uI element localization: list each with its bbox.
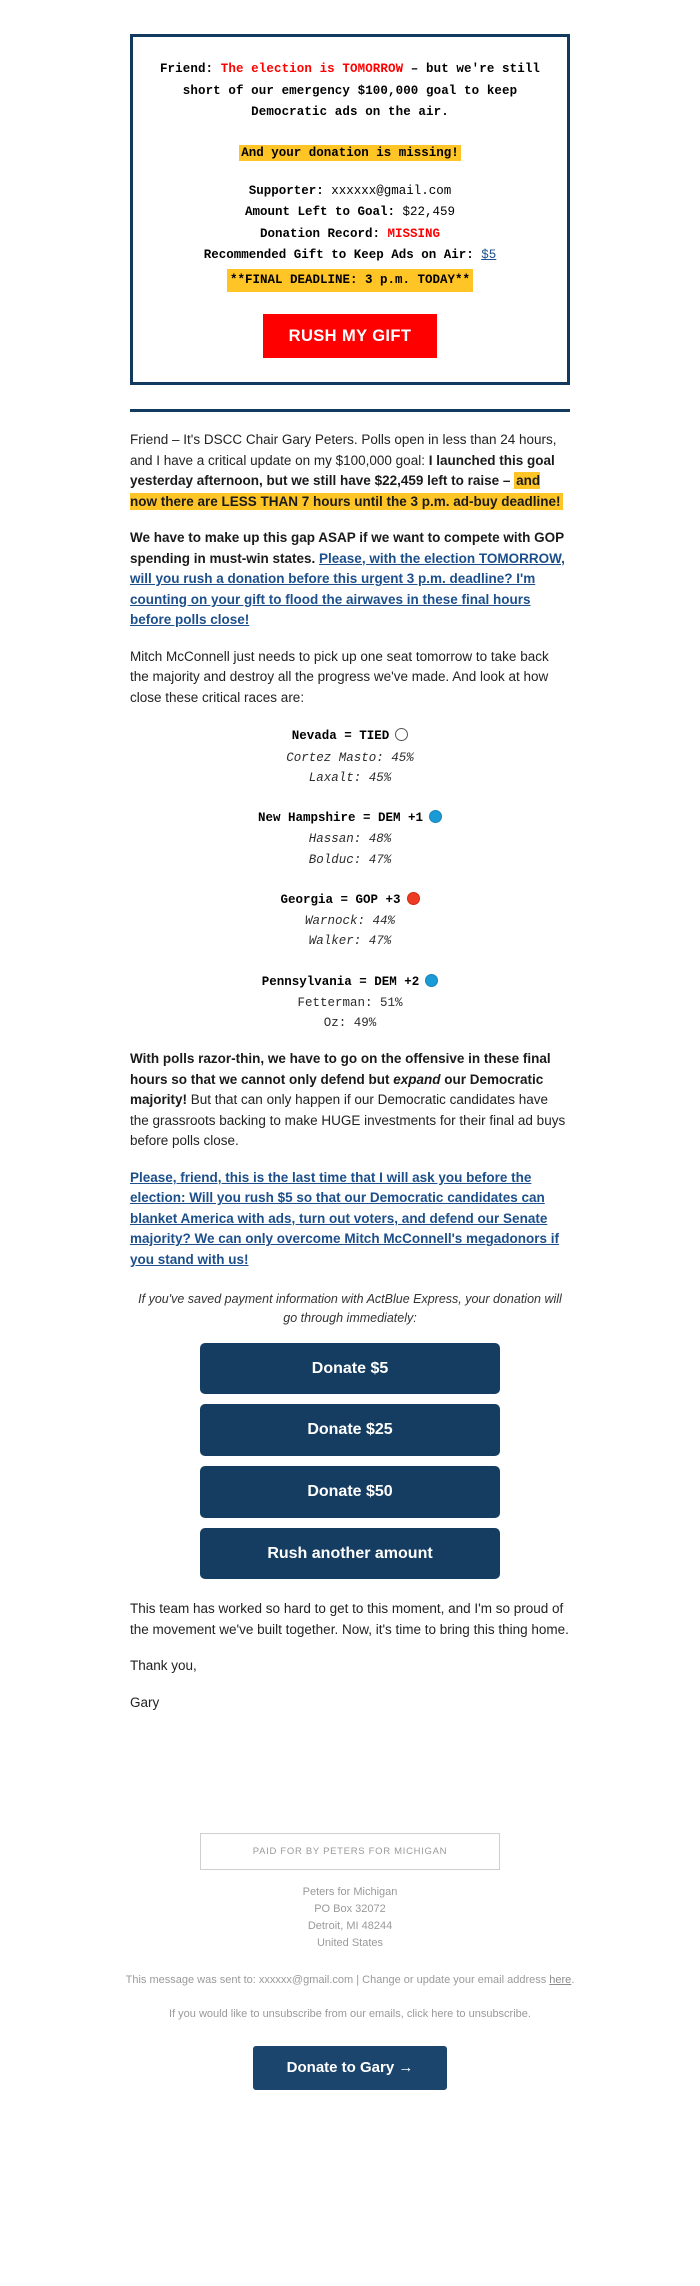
sent-to-line: This message was sent to: xxxxxx@gmail.c… bbox=[0, 1972, 700, 1990]
poll-state-result: Nevada = TIED bbox=[291, 729, 390, 744]
urgent-alert-box: Friend: The election is TOMORROW – but w… bbox=[130, 34, 570, 386]
paragraph-mcconnell: Mitch McConnell just needs to pick up on… bbox=[130, 648, 549, 705]
donation-detail-list: Supporter: xxxxxx@gmail.com Amount Left … bbox=[145, 181, 555, 292]
legal-links: This message was sent to: xxxxxx@gmail.c… bbox=[0, 1972, 700, 2023]
detail-row-supporter: Supporter: xxxxxx@gmail.com bbox=[145, 181, 555, 203]
address-line: United States bbox=[316, 1937, 384, 1950]
poll-title: Nevada = TIED bbox=[130, 726, 570, 747]
poll-candidate-line: Bolduc: 47% bbox=[308, 852, 392, 867]
poll-candidate-line: Walker: 47% bbox=[308, 934, 392, 949]
detail-label: Recommended Gift to Keep Ads on Air: bbox=[203, 248, 474, 262]
unsubscribe-line[interactable]: If you would like to unsubscribe from ou… bbox=[0, 2006, 700, 2024]
detail-label: Amount Left to Goal: bbox=[244, 205, 395, 219]
detail-row-recommended-gift: Recommended Gift to Keep Ads on Air: $5 bbox=[145, 245, 555, 267]
email-footer: PAID FOR BY PETERS FOR MICHIGAN Peters f… bbox=[0, 1833, 700, 2108]
donate-50-button[interactable]: Donate $50 bbox=[200, 1465, 500, 1518]
offensive-emphasis: expand bbox=[393, 1071, 441, 1087]
actblue-express-note: If you've saved payment information with… bbox=[138, 1292, 562, 1325]
paragraph-gap: We have to make up this gap ASAP if we w… bbox=[130, 528, 570, 631]
email-page: Friend: The election is TOMORROW – but w… bbox=[0, 0, 700, 2109]
detail-label: Supporter: bbox=[248, 183, 324, 198]
donate-5-button[interactable]: Donate $5 bbox=[200, 1342, 500, 1395]
poll-state-result: Pennsylvania = DEM +2 bbox=[261, 974, 420, 989]
mailing-address: Peters for Michigan PO Box 32072 Detroit… bbox=[0, 1884, 700, 1952]
detail-value: xxxxxx@gmail.com bbox=[331, 183, 452, 198]
poll-candidate-line: Cortez Masto: 45% bbox=[286, 750, 414, 765]
recommended-gift-link[interactable]: $5 bbox=[481, 248, 496, 262]
offensive-text: But that can only happen if our Democrat… bbox=[130, 1092, 566, 1149]
paragraph-offensive: With polls razor-thin, we have to go on … bbox=[130, 1049, 570, 1152]
poll-candidate-line: Fetterman: 51% bbox=[297, 995, 403, 1010]
alert-subline-highlight: And your donation is missing! bbox=[239, 144, 461, 161]
poll-title: Pennsylvania = DEM +2 bbox=[130, 972, 570, 993]
alert-headline: Friend: The election is TOMORROW – but w… bbox=[159, 59, 541, 124]
poll-title: Georgia = GOP +3 bbox=[130, 890, 570, 911]
address-line: Detroit, MI 48244 bbox=[307, 1920, 393, 1933]
donation-amount-list: Donate $5 Donate $25 Donate $50 Rush ano… bbox=[200, 1342, 500, 1580]
closing-signature: Gary bbox=[130, 1694, 160, 1710]
alert-headline-pre: Friend: bbox=[159, 62, 221, 76]
paragraph-intro: Friend – It's DSCC Chair Gary Peters. Po… bbox=[130, 430, 570, 512]
closing-thanks: Thank you, bbox=[130, 1658, 197, 1674]
footer-cta-container: Donate to Gary → bbox=[0, 2045, 700, 2109]
alert-subline: And your donation is missing! bbox=[145, 143, 555, 163]
poll-state-result: New Hampshire = DEM +1 bbox=[257, 811, 424, 826]
poll-title: New Hampshire = DEM +1 bbox=[130, 808, 570, 829]
poll-candidate-line: Hassan: 48% bbox=[308, 832, 392, 847]
rush-my-gift-button[interactable]: RUSH MY GIFT bbox=[262, 314, 438, 359]
poll-candidate-line: Warnock: 44% bbox=[304, 914, 395, 929]
tied-circle-icon bbox=[395, 728, 409, 742]
dem-circle-icon bbox=[429, 810, 443, 824]
poll-results-list: Nevada = TIED Cortez Masto: 45% Laxalt: … bbox=[130, 726, 570, 1033]
donate-25-button[interactable]: Donate $25 bbox=[200, 1404, 500, 1456]
address-line: Peters for Michigan bbox=[302, 1886, 398, 1899]
alert-headline-emphasis: The election is TOMORROW bbox=[220, 62, 404, 76]
closing-text: This team has worked so hard to get to t… bbox=[130, 1599, 570, 1713]
poll-block-georgia: Georgia = GOP +3 Warnock: 44% Walker: 47… bbox=[130, 890, 570, 952]
final-deadline-text: **FINAL DEADLINE: 3 p.m. TODAY** bbox=[226, 268, 474, 292]
gop-circle-icon bbox=[406, 891, 420, 905]
closing-paragraph: This team has worked so hard to get to t… bbox=[130, 1601, 569, 1637]
poll-state-result: Georgia = GOP +3 bbox=[280, 892, 401, 907]
detail-row-donation-record: Donation Record: MISSING bbox=[145, 224, 555, 246]
dem-circle-icon bbox=[425, 973, 439, 987]
poll-block-pennsylvania: Pennsylvania = DEM +2 Fetterman: 51% Oz:… bbox=[130, 972, 570, 1034]
donate-to-gary-button[interactable]: Donate to Gary → bbox=[252, 2045, 448, 2091]
poll-block-nevada: Nevada = TIED Cortez Masto: 45% Laxalt: … bbox=[130, 726, 570, 788]
donate-other-amount-button[interactable]: Rush another amount bbox=[200, 1527, 500, 1580]
detail-value: $22,459 bbox=[402, 205, 456, 219]
address-line: PO Box 32072 bbox=[314, 1903, 386, 1916]
detail-label: Donation Record: bbox=[259, 226, 380, 241]
update-email-link[interactable]: here bbox=[549, 1974, 571, 1986]
poll-block-new-hampshire: New Hampshire = DEM +1 Hassan: 48% Boldu… bbox=[130, 808, 570, 870]
detail-row-amount-left: Amount Left to Goal: $22,459 bbox=[145, 202, 555, 224]
section-divider bbox=[130, 409, 570, 413]
email-body: Friend – It's DSCC Chair Gary Peters. Po… bbox=[130, 430, 570, 1713]
poll-candidate-line: Laxalt: 45% bbox=[308, 770, 392, 785]
sent-to-text: This message was sent to: xxxxxx@gmail.c… bbox=[125, 1974, 550, 1987]
sent-to-period: . bbox=[571, 1974, 575, 1987]
paid-for-disclaimer: PAID FOR BY PETERS FOR MICHIGAN bbox=[200, 1833, 500, 1871]
poll-candidate-line: Oz: 49% bbox=[323, 1016, 377, 1031]
detail-value-status: MISSING bbox=[387, 226, 441, 241]
final-ask-link[interactable]: Please, friend, this is the last time th… bbox=[130, 1170, 559, 1267]
deadline-row-wrap: **FINAL DEADLINE: 3 p.m. TODAY** bbox=[145, 267, 555, 292]
paragraph-final-ask: Please, friend, this is the last time th… bbox=[130, 1168, 570, 1271]
rush-button-container: RUSH MY GIFT bbox=[145, 314, 555, 359]
